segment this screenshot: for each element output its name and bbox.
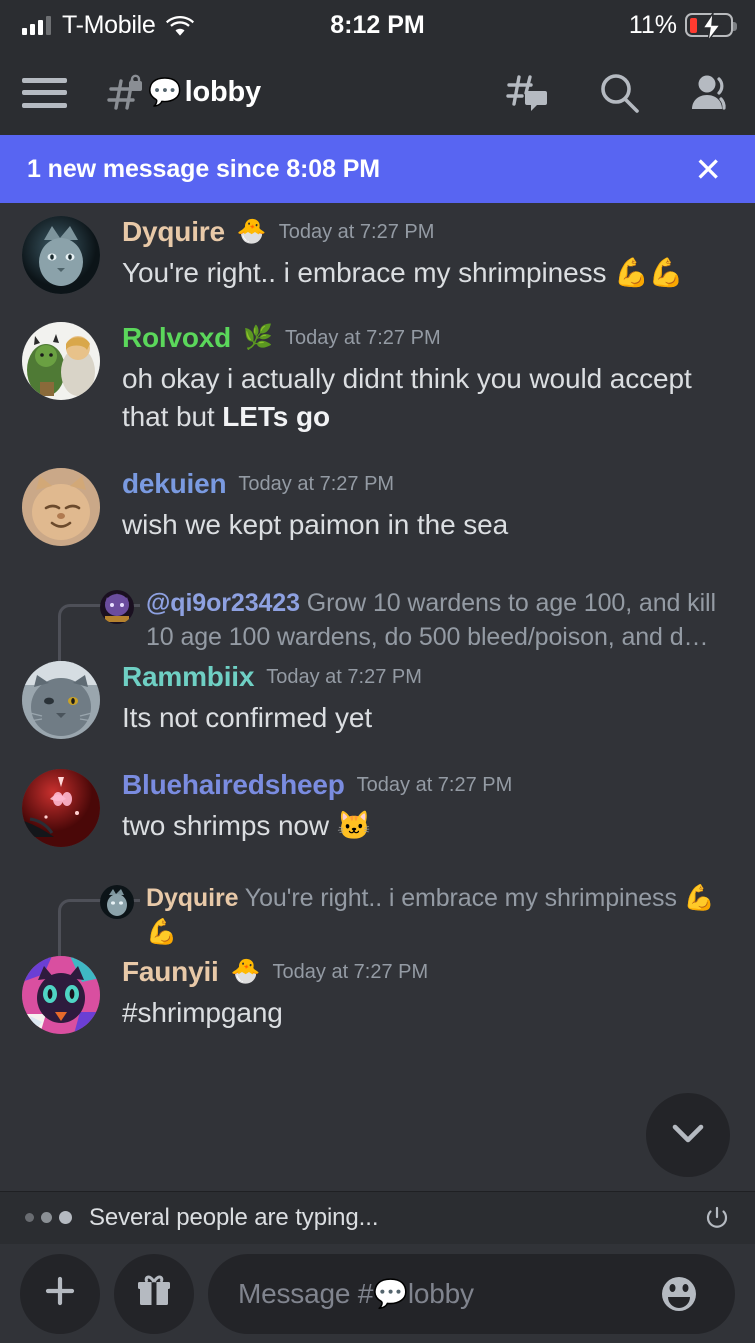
threads-icon[interactable] (505, 71, 549, 115)
reply-row[interactable]: Dyquire You're right.. i embrace my shri… (22, 881, 733, 950)
role-badge-icon: 🌿 (243, 324, 273, 351)
close-icon[interactable]: ✕ (688, 149, 728, 190)
message-username[interactable]: Rammbiix (122, 662, 254, 691)
message-timestamp: Today at 7:27 PM (284, 327, 441, 349)
add-attachment-button[interactable] (20, 1253, 100, 1334)
message-content: dekuien Today at 7:27 PM wish we kept pa… (122, 468, 733, 546)
avatar[interactable] (22, 768, 100, 847)
placeholder-prefix: Message # (238, 1277, 374, 1309)
cellular-signal-icon (22, 15, 51, 35)
status-bar-left: T-Mobile (22, 10, 195, 40)
reply-text: @qi9or23423 Grow 10 wardens to age 100, … (146, 586, 733, 655)
message-text: #shrimpgang (122, 996, 283, 1028)
plus-icon (38, 1269, 82, 1318)
reply-avatar[interactable] (100, 589, 134, 624)
message-header: Rammbiix Today at 7:27 PM (122, 662, 733, 691)
message-item[interactable]: Bluehairedsheep Today at 7:27 PM two shr… (0, 739, 755, 847)
reply-username[interactable]: Dyquire (146, 884, 238, 912)
message-timestamp: Today at 7:27 PM (266, 665, 422, 688)
message-username[interactable]: Dyquire (122, 218, 225, 246)
message-item[interactable]: Rammbiix Today at 7:27 PM Its not confir… (0, 655, 755, 739)
scroll-to-bottom-button[interactable] (646, 1093, 730, 1177)
carrier-label: T-Mobile (62, 10, 156, 39)
message-timestamp: Today at 7:27 PM (278, 221, 435, 243)
message-item[interactable]: dekuien Today at 7:27 PM wish we kept pa… (0, 436, 755, 546)
message-header: Rolvoxd 🌿 Today at 7:27 PM (122, 324, 733, 352)
message-username[interactable]: Rolvoxd (122, 324, 231, 352)
new-messages-banner-label: 1 new message since 8:08 PM (27, 154, 381, 183)
new-messages-banner[interactable]: 1 new message since 8:08 PM ✕ (0, 135, 755, 203)
message-item[interactable]: Dyquire 🐣 Today at 7:27 PM You're right.… (0, 209, 755, 294)
status-bar-right: 11% (628, 10, 737, 42)
message-item[interactable]: Rolvoxd 🌿 Today at 7:27 PM oh okay i act… (0, 294, 755, 436)
message-username[interactable]: Bluehairedsheep (122, 770, 345, 799)
message-input[interactable]: Message # 💬 lobby (208, 1253, 735, 1334)
avatar[interactable] (22, 467, 100, 546)
channel-title[interactable]: 💬 lobby (105, 73, 261, 113)
message-content: Rammbiix Today at 7:27 PM Its not confir… (122, 661, 733, 739)
status-bar: T-Mobile 8:12 PM 11% (0, 0, 755, 50)
reply-reference[interactable]: @qi9or23423 Grow 10 wardens to age 100, … (0, 586, 755, 700)
search-icon[interactable] (597, 71, 641, 115)
hamburger-menu-icon[interactable] (22, 77, 67, 108)
message-timestamp: Today at 7:27 PM (356, 773, 513, 796)
gift-button[interactable] (114, 1253, 194, 1334)
avatar[interactable] (22, 216, 100, 294)
role-badge-icon: 🐣 (230, 957, 261, 985)
message-content: Dyquire 🐣 Today at 7:27 PM You're right.… (122, 216, 733, 294)
message-timestamp: Today at 7:27 PM (272, 960, 429, 983)
discord-mobile-app: T-Mobile 8:12 PM 11% 💬 lobby 1 new messa… (0, 0, 755, 1343)
message-list[interactable]: Dyquire 🐣 Today at 7:27 PM You're right.… (0, 203, 755, 1191)
emoji-smiley-icon[interactable] (653, 1268, 705, 1320)
header-actions (505, 71, 733, 115)
channel-emoji: 💬 (148, 77, 182, 107)
message-text-bold: LETs go (222, 400, 330, 432)
message-input-placeholder: Message # 💬 lobby (238, 1277, 474, 1310)
message-header: dekuien Today at 7:27 PM (122, 469, 733, 498)
members-icon[interactable] (689, 71, 733, 115)
message-text: oh okay i actually didnt think you would… (122, 360, 733, 436)
power-icon[interactable] (704, 1205, 730, 1231)
message-text-plain: oh okay i actually didnt think you would… (122, 363, 692, 432)
message-text: two shrimps now 🐱 (122, 809, 372, 841)
message-composer: Message # 💬 lobby (0, 1243, 755, 1343)
reply-username[interactable]: @qi9or23423 (146, 589, 300, 617)
message-header: Bluehairedsheep Today at 7:27 PM (122, 770, 733, 799)
message-content: Rolvoxd 🌿 Today at 7:27 PM oh okay i act… (122, 322, 733, 436)
message-timestamp: Today at 7:27 PM (238, 472, 395, 495)
reply-avatar[interactable] (100, 884, 134, 919)
reply-row[interactable]: @qi9or23423 Grow 10 wardens to age 100, … (22, 586, 733, 655)
message-text: wish we kept paimon in the sea (122, 508, 509, 540)
battery-percent-label: 11% (628, 10, 677, 39)
avatar[interactable] (22, 955, 100, 1034)
gift-icon (132, 1269, 176, 1318)
avatar[interactable] (22, 322, 100, 400)
placeholder-channel: lobby (407, 1277, 474, 1309)
message-username[interactable]: Faunyii (122, 957, 219, 986)
message-username[interactable]: dekuien (122, 469, 227, 498)
message-content: Faunyii 🐣 Today at 7:27 PM #shrimpgang (122, 956, 733, 1034)
message-header: Dyquire 🐣 Today at 7:27 PM (122, 218, 733, 246)
message-text: You're right.. i embrace my shrimpiness … (122, 257, 684, 288)
reply-text: Dyquire You're right.. i embrace my shri… (146, 881, 733, 950)
message-item[interactable]: Faunyii 🐣 Today at 7:27 PM #shrimpgang (0, 950, 755, 1034)
role-badge-icon: 🐣 (236, 218, 267, 245)
message-content: Bluehairedsheep Today at 7:27 PM two shr… (122, 769, 733, 847)
channel-header: 💬 lobby (0, 50, 755, 135)
typing-indicator-label: Several people are typing... (89, 1203, 379, 1231)
message-header: Faunyii 🐣 Today at 7:27 PM (122, 957, 733, 986)
avatar[interactable] (22, 660, 100, 739)
reply-reference[interactable]: Dyquire You're right.. i embrace my shri… (0, 881, 755, 995)
typing-indicator: Several people are typing... (0, 1191, 755, 1243)
message-text: Its not confirmed yet (122, 701, 373, 733)
chevron-down-icon (665, 1110, 711, 1161)
typing-dots-icon (25, 1211, 72, 1224)
placeholder-emoji: 💬 (373, 1278, 408, 1309)
wifi-icon (166, 15, 195, 36)
private-channel-hash-lock-icon (105, 73, 145, 113)
battery-charging-icon (685, 12, 737, 42)
channel-name-label: lobby (184, 76, 262, 108)
